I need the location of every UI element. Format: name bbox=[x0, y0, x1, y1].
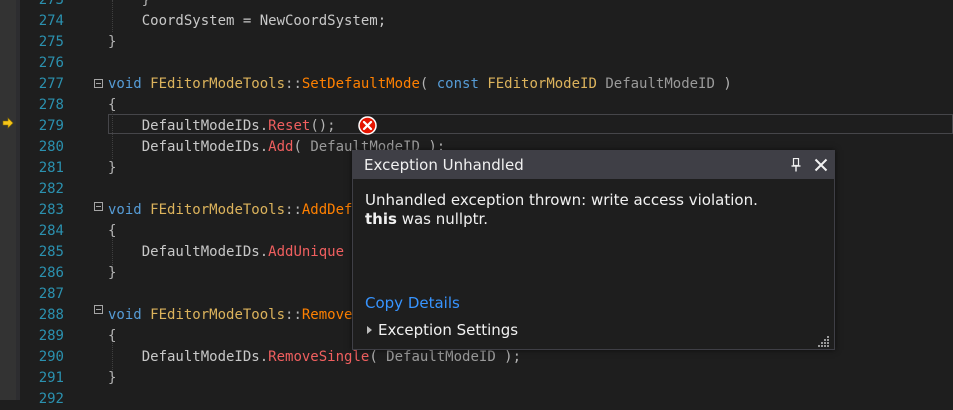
code-token: void bbox=[108, 307, 151, 323]
exception-message-rest: was nullptr. bbox=[396, 210, 489, 228]
code-line[interactable]: } bbox=[108, 158, 116, 179]
error-icon[interactable] bbox=[358, 116, 377, 135]
code-token: Reset bbox=[268, 118, 311, 134]
code-line[interactable]: { bbox=[108, 221, 116, 242]
code-line[interactable]: CoordSystem = NewCoordSystem; bbox=[108, 11, 386, 32]
code-token: void bbox=[108, 76, 151, 92]
line-number: 277 bbox=[38, 76, 64, 92]
code-token: ); bbox=[495, 349, 522, 365]
line-number: 284 bbox=[38, 223, 64, 239]
line-number: 279 bbox=[38, 118, 64, 134]
code-token: AddDef bbox=[301, 202, 353, 218]
code-line[interactable]: } bbox=[108, 263, 116, 284]
line-number: 273 bbox=[38, 0, 64, 8]
line-number: 282 bbox=[38, 181, 64, 197]
line-number: 288 bbox=[38, 307, 64, 323]
code-line[interactable]: } bbox=[108, 0, 150, 11]
code-token: ( bbox=[293, 139, 311, 155]
code-token: void bbox=[108, 202, 151, 218]
code-token: FEditorModeID bbox=[487, 76, 606, 92]
line-number: 276 bbox=[38, 55, 64, 71]
code-token: ) bbox=[714, 76, 732, 92]
code-token: (); bbox=[310, 118, 336, 134]
line-number: 275 bbox=[38, 34, 64, 50]
code-token: } bbox=[108, 160, 117, 176]
code-token: { bbox=[108, 223, 117, 239]
code-token: . bbox=[259, 139, 269, 155]
exception-settings-label: Exception Settings bbox=[378, 321, 519, 339]
code-line[interactable]: DefaultModeIDs.RemoveSingle( DefaultMode… bbox=[108, 347, 521, 368]
code-token: { bbox=[108, 97, 117, 113]
code-token: Remove bbox=[301, 307, 353, 323]
code-token: const bbox=[436, 76, 488, 92]
line-number: 280 bbox=[38, 139, 64, 155]
line-number: 281 bbox=[38, 160, 64, 176]
code-token: RemoveSingle bbox=[268, 349, 370, 365]
code-token: ( bbox=[419, 76, 437, 92]
code-token: DefaultModeID bbox=[605, 76, 715, 92]
code-token: DefaultModeIDs bbox=[108, 349, 260, 365]
collapse-icon[interactable] bbox=[94, 79, 103, 88]
pin-icon[interactable] bbox=[791, 158, 801, 172]
copy-details-link[interactable]: Copy Details bbox=[365, 294, 460, 312]
exception-message: Unhandled exception thrown: write access… bbox=[365, 191, 825, 229]
code-token: :: bbox=[285, 202, 302, 218]
code-token: } bbox=[108, 34, 117, 50]
line-number: 285 bbox=[38, 244, 64, 260]
code-token: Add bbox=[268, 139, 294, 155]
exception-message-line1: Unhandled exception thrown: write access… bbox=[365, 191, 758, 209]
exception-title: Exception Unhandled bbox=[364, 156, 524, 174]
line-number: 287 bbox=[38, 286, 64, 302]
code-line[interactable]: } bbox=[108, 32, 116, 53]
code-token: DefaultModeID bbox=[386, 349, 496, 365]
code-token: } bbox=[108, 370, 117, 386]
code-token: CoordSystem = NewCoordSystem; bbox=[108, 13, 387, 29]
collapse-icon[interactable] bbox=[94, 202, 103, 211]
line-number: 278 bbox=[38, 97, 64, 113]
line-number: 291 bbox=[38, 370, 64, 386]
code-token: FEditorModeTools bbox=[150, 307, 286, 323]
exception-popup-header[interactable]: Exception Unhandled bbox=[353, 151, 834, 179]
resize-grip-icon[interactable] bbox=[818, 335, 830, 347]
code-line[interactable]: DefaultModeIDs.Reset(); bbox=[108, 116, 336, 137]
code-token: FEditorModeTools bbox=[150, 76, 286, 92]
code-token: } bbox=[108, 0, 151, 8]
line-number: 274 bbox=[38, 13, 64, 29]
close-icon[interactable] bbox=[814, 158, 828, 172]
code-token: . bbox=[259, 118, 269, 134]
code-token: :: bbox=[285, 307, 302, 323]
code-token: AddUnique bbox=[268, 244, 345, 260]
code-token: FEditorModeTools bbox=[150, 202, 286, 218]
code-line[interactable]: { bbox=[108, 95, 116, 116]
line-number: 283 bbox=[38, 202, 64, 218]
code-token: . bbox=[259, 349, 269, 365]
code-token: DefaultModeIDs bbox=[108, 139, 260, 155]
code-line[interactable]: void FEditorModeTools::Remove bbox=[108, 305, 352, 326]
code-token: DefaultModeIDs bbox=[108, 244, 260, 260]
code-line[interactable]: void FEditorModeTools::AddDef bbox=[108, 200, 352, 221]
expand-triangle-icon[interactable] bbox=[367, 326, 372, 334]
exception-popup: Exception Unhandled Unhandled exception … bbox=[352, 150, 835, 350]
code-token: SetDefaultMode bbox=[301, 76, 420, 92]
current-statement-arrow-icon[interactable] bbox=[2, 117, 14, 129]
line-number: 289 bbox=[38, 328, 64, 344]
code-token: DefaultModeIDs bbox=[108, 118, 260, 134]
exception-message-keyword: this bbox=[365, 210, 397, 228]
code-line[interactable]: DefaultModeIDs.AddUnique bbox=[108, 242, 344, 263]
code-line[interactable]: { bbox=[108, 326, 116, 347]
collapse-icon[interactable] bbox=[94, 305, 103, 314]
line-number: 286 bbox=[38, 265, 64, 281]
exception-settings-expander[interactable]: Exception Settings bbox=[367, 321, 518, 339]
code-token: } bbox=[108, 265, 117, 281]
glyph-margin[interactable] bbox=[0, 0, 16, 400]
code-line[interactable]: } bbox=[108, 368, 116, 389]
code-token: . bbox=[259, 244, 269, 260]
code-token: ( bbox=[369, 349, 387, 365]
code-token: :: bbox=[285, 76, 302, 92]
line-number: 290 bbox=[38, 349, 64, 365]
exception-message-line2: this was nullptr. bbox=[365, 210, 825, 229]
code-token: { bbox=[108, 328, 117, 344]
code-line[interactable]: void FEditorModeTools::SetDefaultMode( c… bbox=[108, 74, 732, 95]
